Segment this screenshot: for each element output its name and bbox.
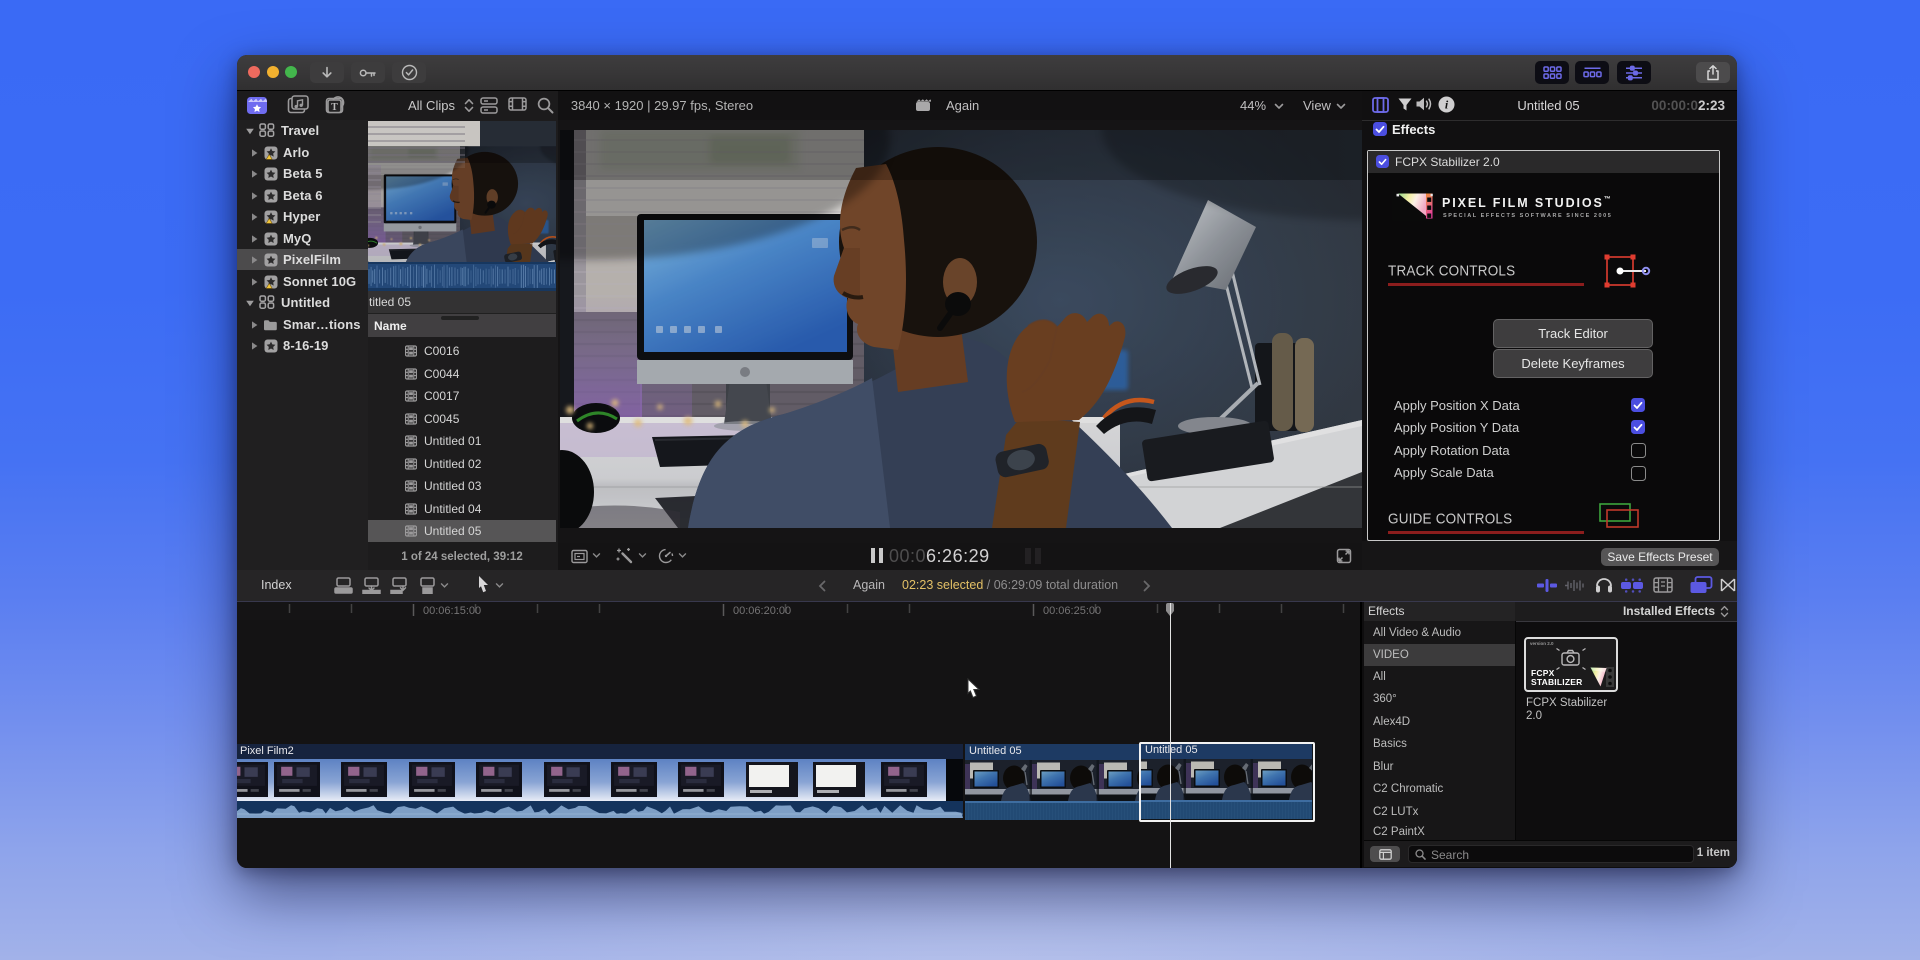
svg-text:T: T [331,102,338,113]
svg-text:00:06:25:00: 00:06:25:00 [1043,605,1101,617]
svg-text:00:06:15:00: 00:06:15:00 [423,605,481,617]
svg-text:00:06:20:00: 00:06:20:00 [733,605,791,617]
